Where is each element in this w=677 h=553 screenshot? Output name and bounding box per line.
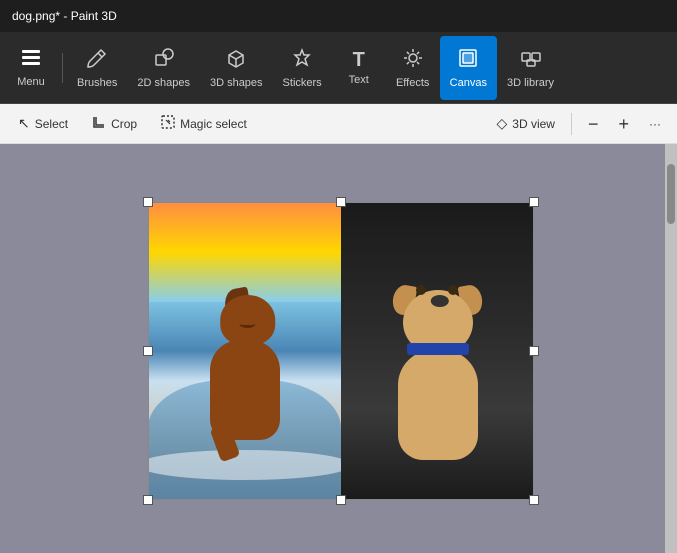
brushes-icon [86, 47, 108, 73]
scrollbar-thumb[interactable] [667, 164, 675, 224]
handle-bottom-middle[interactable] [336, 495, 346, 505]
dog-beach-image [148, 202, 341, 500]
sub-separator [571, 113, 572, 135]
3dview-button[interactable]: ◇ 3D view [489, 111, 563, 136]
toolbar-3dlibrary[interactable]: 3D library [497, 36, 564, 100]
zoom-out-button[interactable]: − [580, 111, 607, 137]
3dshapes-label: 3D shapes [210, 77, 263, 89]
canvas-label: Canvas [450, 77, 487, 89]
sub-toolbar-right: ◇ 3D view − + ··· [489, 111, 670, 137]
effects-icon [402, 47, 424, 73]
zoom-out-label: − [588, 115, 599, 133]
toolbar-canvas[interactable]: Canvas [440, 36, 497, 100]
magic-select-icon [161, 115, 175, 132]
toolbar-2dshapes[interactable]: 2D shapes [127, 36, 200, 100]
handle-middle-left[interactable] [143, 346, 153, 356]
sub-toolbar: ↖ Select Crop Magic select ◇ 3D view − [0, 104, 677, 144]
drawing-canvas[interactable] [148, 202, 534, 500]
brushes-label: Brushes [77, 77, 117, 89]
toolbar-3dshapes[interactable]: 3D shapes [200, 36, 273, 100]
menu-icon [20, 48, 42, 72]
handle-bottom-left[interactable] [143, 495, 153, 505]
magic-select-label: Magic select [180, 117, 247, 131]
puppy-nose [430, 295, 448, 307]
more-options-button[interactable]: ··· [641, 113, 669, 135]
text-label: Text [349, 74, 369, 86]
dog-mouth [239, 320, 255, 328]
puppy-eye-right [448, 285, 458, 295]
more-options-label: ··· [649, 117, 661, 131]
main-toolbar: Menu Brushes 2D shapes 3D shapes [0, 32, 677, 104]
stickers-label: Stickers [283, 77, 322, 89]
crop-icon [92, 115, 106, 132]
scrollbar[interactable] [665, 144, 677, 553]
stickers-icon [291, 47, 313, 73]
select-icon: ↖ [18, 115, 30, 132]
toolbar-stickers[interactable]: Stickers [273, 36, 332, 100]
magic-select-button[interactable]: Magic select [151, 111, 257, 136]
toolbar-menu[interactable]: Menu [4, 36, 58, 100]
2dshapes-icon [153, 47, 175, 73]
select-label: Select [35, 117, 68, 131]
handle-top-left[interactable] [143, 197, 153, 207]
canvas-area [0, 144, 677, 553]
zoom-in-button[interactable]: + [610, 111, 637, 137]
toolbar-text[interactable]: T Text [332, 36, 386, 100]
3dview-label: 3D view [512, 117, 555, 131]
puppy-collar [407, 343, 469, 355]
2dshapes-label: 2D shapes [137, 77, 190, 89]
handle-bottom-right[interactable] [529, 495, 539, 505]
menu-label: Menu [17, 76, 45, 88]
handle-top-middle[interactable] [336, 197, 346, 207]
text-icon: T [353, 50, 365, 70]
toolbar-brushes[interactable]: Brushes [67, 36, 127, 100]
effects-label: Effects [396, 77, 429, 89]
puppy-body [398, 350, 478, 460]
puppy-eye-left [416, 285, 426, 295]
toolbar-separator-1 [62, 53, 63, 83]
window-title: dog.png* - Paint 3D [12, 9, 117, 23]
handle-middle-right[interactable] [529, 346, 539, 356]
crop-label: Crop [111, 117, 137, 131]
toolbar-effects[interactable]: Effects [386, 36, 440, 100]
title-bar: dog.png* - Paint 3D [0, 0, 677, 32]
crop-button[interactable]: Crop [82, 111, 147, 136]
dog-puppy-image [341, 202, 534, 500]
select-button[interactable]: ↖ Select [8, 111, 78, 136]
3dshapes-icon [225, 47, 247, 73]
foam [148, 450, 341, 480]
3dlibrary-label: 3D library [507, 77, 554, 89]
3dlibrary-icon [520, 47, 542, 73]
canvas-icon [457, 47, 479, 73]
3dview-icon: ◇ [497, 115, 508, 132]
handle-top-right[interactable] [529, 197, 539, 207]
zoom-in-label: + [618, 115, 629, 133]
